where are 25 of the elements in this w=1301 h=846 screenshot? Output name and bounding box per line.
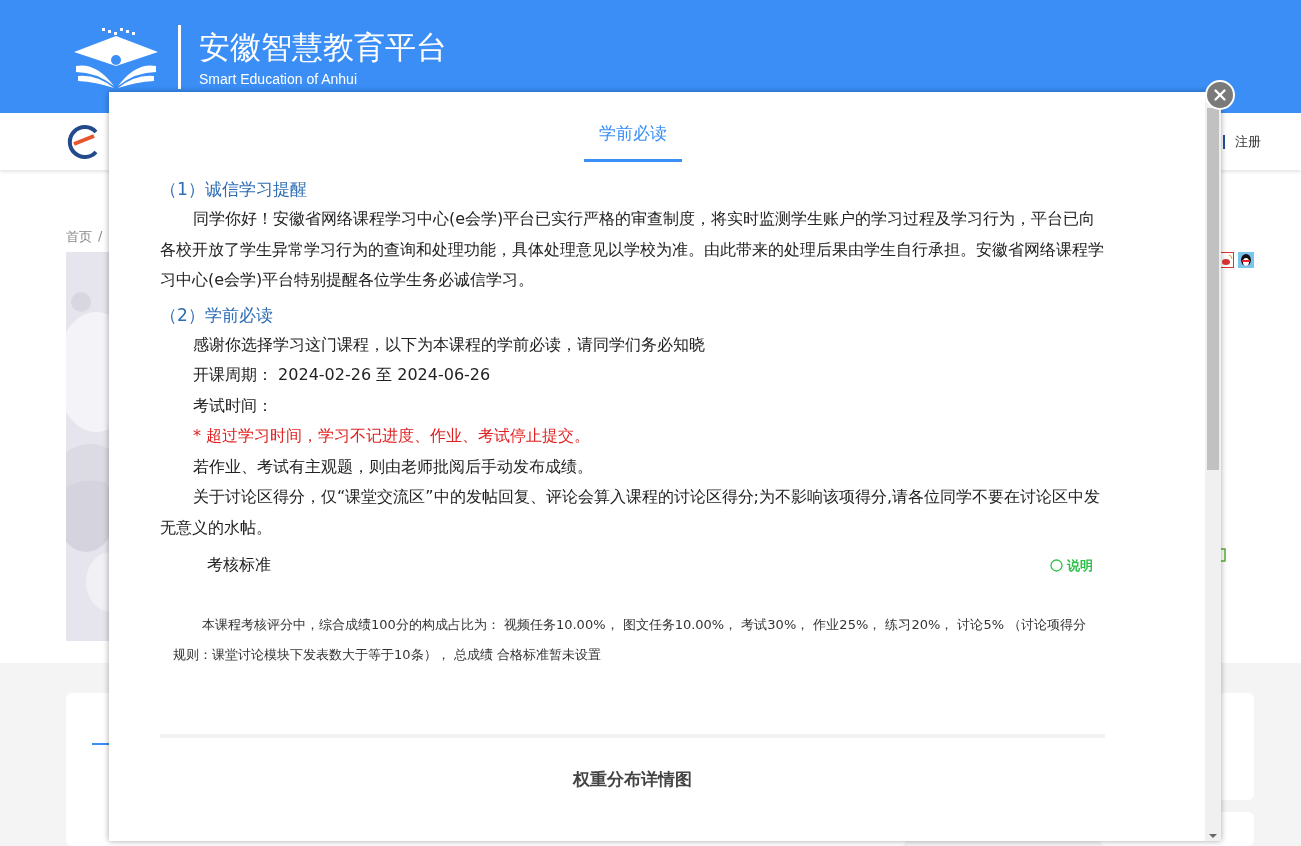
section-heading: （2）学前必读 — [160, 303, 274, 327]
notice-paragraph: 若作业、考试有主观题，则由老师批阅后手动发布成绩。 — [192, 455, 594, 478]
notice-paragraph: 同学你好！安徽省网络课程学习中心(e会学)平台已实行严格的审查制度，将实时监测学生账户的学习过程及学习行为，平台已向各校开放了学生异常学习行为的查询和处理功能，具体处理意见以学校为准。由此带来的处理后果由学生自行承担。安徽省网络课程学习中心(e会学)平台特别提醒各位学生务必诚信学习。 — [160, 208, 1105, 291]
notice-paragraph: 感谢你选择学习这门课程，以下为本课程的学前必读，请同学们务必知晓 — [192, 333, 706, 356]
circle-icon — [1050, 559, 1063, 572]
dialog-tab[interactable]: 学前必读 — [583, 114, 682, 162]
notice-paragraph: 关于讨论区得分，仅“课堂交流区”中的发帖回复、评论会算入课程的讨论区得分;为不影响该项得分,请各位同学不要在讨论区中发无意义的水帖。 — [160, 486, 1102, 539]
info-link[interactable]: 说明 — [1050, 556, 1093, 575]
breadcrumb-separator: / — [98, 228, 103, 245]
book-logo-icon — [72, 25, 160, 88]
register-link[interactable]: 注册 — [1235, 132, 1261, 151]
breadcrumb-link[interactable]: 首页 — [66, 228, 92, 246]
site-title: 安徽智慧教育平台 — [199, 27, 447, 67]
assessment-description: 本课程考核评分中，综合成绩100分的构成占比为： 视频任务10.00%， 图文任务10.00%， 考试30%， 作业25%， 练习20%， 讨论5% （讨论项得分规则：课堂讨论模块下发表数大于等于10条）， 总成绩 合格标准暂未设置 — [172, 616, 1088, 664]
notice-paragraph: 开课周期： 2024-02-26 至 2024-06-26 — [192, 364, 492, 386]
bracket-icon — [1220, 548, 1226, 562]
assessment-title: 考核标准 — [207, 555, 271, 576]
penguin-icon[interactable] — [1238, 252, 1254, 268]
section-heading: （1）诚信学习提醒 — [160, 178, 308, 201]
chart-heading: 权重分布详情图 — [571, 768, 693, 791]
close-icon — [1211, 86, 1229, 104]
site-subtitle: Smart Education of Anhui — [199, 70, 358, 87]
scroll-down-icon[interactable] — [1209, 831, 1217, 841]
warning-text: * 超过学习时间，学习不记进度、作业、考试停止提交。 — [192, 425, 592, 447]
notice-paragraph: 考试时间： — [192, 394, 274, 417]
